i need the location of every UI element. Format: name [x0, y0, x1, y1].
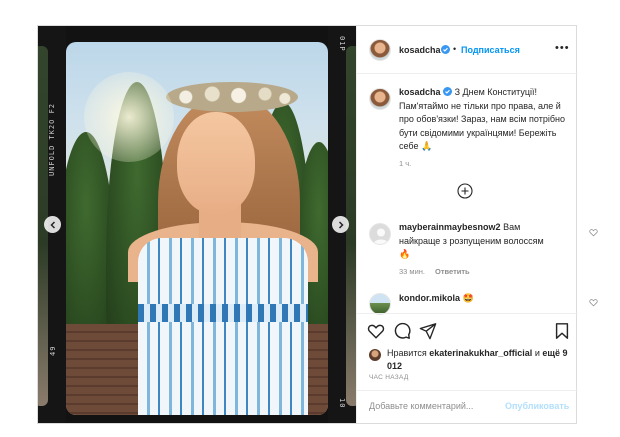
more-options-button[interactable]: ••• [555, 42, 570, 54]
chevron-right-icon [338, 220, 344, 229]
commenter-avatar[interactable] [369, 223, 391, 245]
share-send-icon[interactable] [419, 322, 437, 340]
reply-button[interactable]: Ответить [435, 267, 470, 276]
post-side-panel: kosadcha • Подписаться ••• kosadcha З Дн… [356, 26, 598, 423]
chevron-left-icon [49, 220, 55, 229]
film-frame-number: 01P [338, 36, 346, 52]
post-media[interactable]: UNFOLD TK2O F2 49 01P 10 [38, 26, 356, 423]
caption-username[interactable]: kosadcha [399, 87, 441, 97]
post-caption: kosadcha З Днем Конституції! Пам'ятаймо … [399, 86, 569, 154]
save-bookmark-icon[interactable] [553, 322, 571, 340]
default-avatar-icon [373, 228, 389, 244]
face [177, 112, 255, 214]
instagram-post: UNFOLD TK2O F2 49 01P 10 kosadcha • Подп… [37, 25, 598, 424]
liker-username[interactable]: ekaterinakukhar_official [429, 348, 532, 358]
like-heart-icon[interactable] [367, 322, 385, 340]
comment-text: 🤩 [462, 293, 474, 303]
comment-bubble-icon[interactable] [393, 322, 411, 340]
author-username[interactable]: kosadcha [399, 45, 441, 55]
caption-time[interactable]: 1 ч. [399, 159, 411, 168]
verified-badge-icon [443, 87, 453, 96]
film-frame-number: 10 [338, 398, 346, 409]
comment-like-heart-icon[interactable] [589, 298, 598, 307]
post-timestamp[interactable]: ЧАС НАЗАД [369, 374, 409, 381]
verified-badge-icon [441, 45, 450, 54]
next-photo-button[interactable] [332, 216, 349, 233]
comment-item: mayberainmaybesnow2 Вам найкраще з розпу… [399, 221, 549, 262]
comment-username[interactable]: kondor.mikola [399, 293, 460, 303]
film-edge-text: UNFOLD TK2O F2 [48, 102, 56, 176]
comment-like-heart-icon[interactable] [589, 228, 598, 237]
dress-pattern-band [138, 304, 308, 322]
post-actions-bar [357, 313, 578, 347]
sun-glare [84, 72, 174, 162]
likes-prefix: Нравится [387, 348, 427, 358]
add-comment-section: Опубликовать [357, 390, 578, 423]
author-avatar[interactable] [369, 39, 391, 61]
comment-username[interactable]: mayberainmaybesnow2 [399, 222, 501, 232]
load-more-comments-button[interactable] [457, 183, 473, 199]
post-header: kosadcha • Подписаться ••• [357, 26, 578, 74]
caption-avatar[interactable] [369, 88, 391, 110]
add-comment-input[interactable] [369, 401, 509, 411]
comment-item: kondor.mikola 🤩 [399, 292, 549, 306]
publish-comment-button[interactable]: Опубликовать [505, 401, 569, 411]
follow-button[interactable]: Подписаться [461, 45, 520, 55]
post-photo [66, 42, 328, 415]
commenter-avatar[interactable] [369, 293, 391, 315]
previous-photo-button[interactable] [44, 216, 61, 233]
likes-conjunction: и [534, 348, 540, 358]
liker-avatar[interactable] [369, 349, 381, 361]
header-separator: • [453, 44, 457, 54]
printed-dress [138, 238, 308, 415]
comment-time[interactable]: 33 мин. [399, 267, 425, 276]
flower-wreath [166, 82, 298, 112]
likes-summary: Нравится ekaterinakukhar_official и ещё … [387, 347, 572, 373]
film-frame-number: 49 [49, 345, 57, 356]
